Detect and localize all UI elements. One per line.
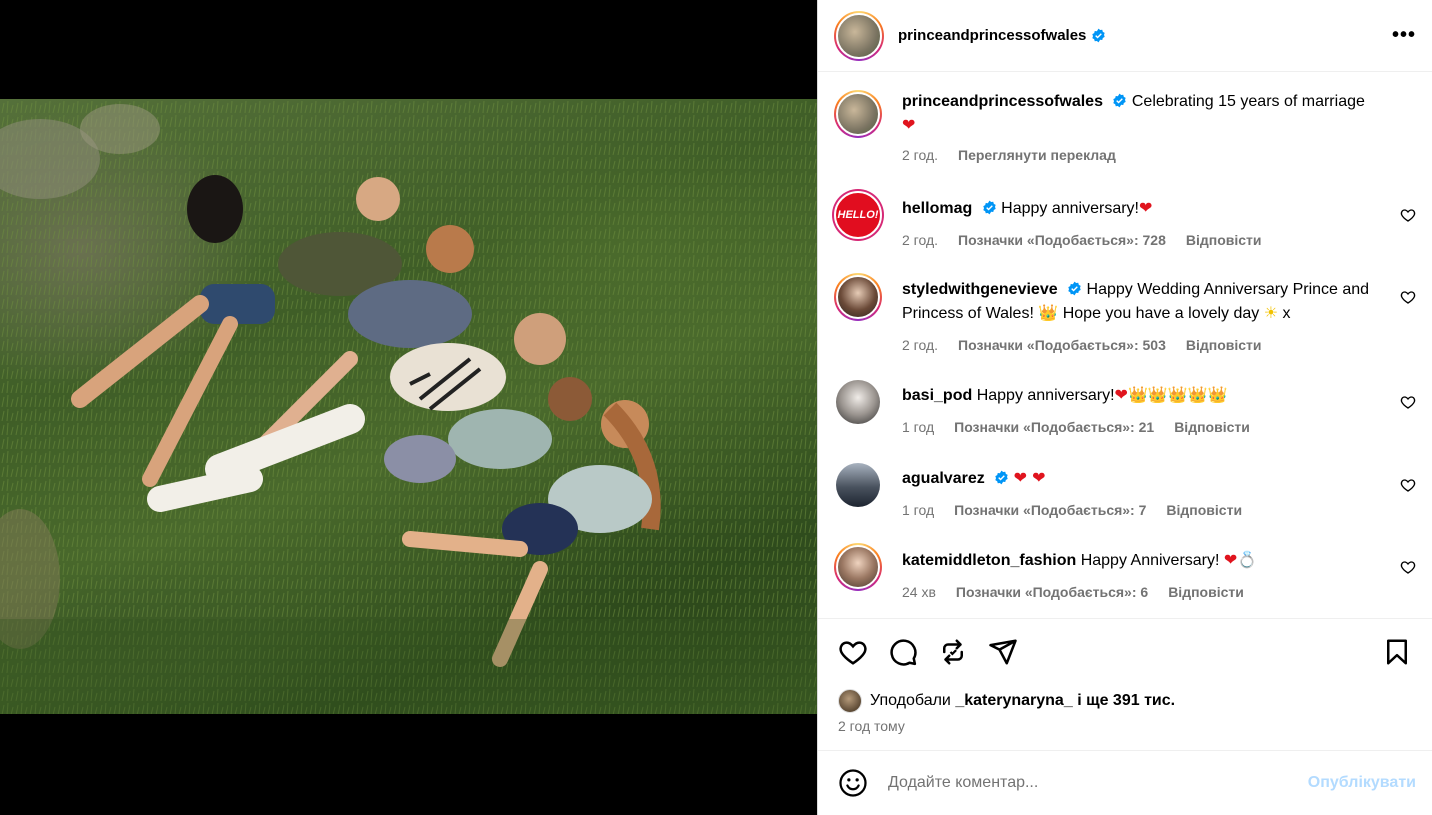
comment-likes[interactable]: Позначки «Подобається»: 21 [954,419,1154,435]
verified-badge-icon [983,200,996,215]
reply-button[interactable]: Відповісти [1174,419,1250,435]
comment-meta: 24 хв Позначки «Подобається»: 6 Відповіс… [902,584,1372,600]
post-actions: Уподобали _katerynaryna_ і ще 391 тис. 2… [818,618,1432,750]
photo-illustration [0,99,817,714]
media-pane [0,0,817,815]
comment-text: basi_pod Happy anniversary!❤👑👑👑👑👑 [902,378,1372,407]
comment-meta: 2 год. Позначки «Подобається»: 503 Відпо… [902,337,1372,353]
reply-button[interactable]: Відповісти [1168,584,1244,600]
crown-emoji: 👑 [1038,303,1059,322]
comment-meta: 1 год Позначки «Подобається»: 7 Відповіс… [902,502,1372,518]
comment-body: Happy anniversary! [976,387,1115,404]
like-comment-heart-icon[interactable] [1400,477,1416,493]
emoji-smiley-icon[interactable] [838,768,868,798]
heart-ring-emojis: ❤💍 [1223,550,1258,569]
comment-username[interactable]: katemiddleton_fashion [902,552,1076,569]
action-icons-row [838,637,1412,667]
comment-bubble-icon[interactable] [888,637,918,667]
caption-username[interactable]: princeandprincessofwales [902,93,1103,110]
comment-item: agualvarez ❤ ❤ 1 год Позначки «Подобаєть… [834,461,1432,518]
comment-time[interactable]: 1 год [902,502,934,518]
like-heart-icon[interactable] [838,637,868,667]
author-avatar[interactable] [834,10,884,61]
comment-meta: 2 год. Позначки «Подобається»: 728 Відпо… [902,232,1372,248]
comment-text: styledwithgenevieve Happy Wedding Annive… [902,273,1372,325]
like-comment-heart-icon[interactable] [1400,207,1416,223]
caption-meta: 2 год. Переглянути переклад [902,147,1372,163]
caption-time[interactable]: 2 год. [902,147,938,163]
post-comment-button[interactable]: Опублікувати [1308,774,1416,792]
likes-summary: Уподобали _katerynaryna_ і ще 391 тис. [838,689,1175,713]
comment-likes[interactable]: Позначки «Подобається»: 6 [956,584,1148,600]
reply-button[interactable]: Відповісти [1186,337,1262,353]
like-comment-heart-icon[interactable] [1400,394,1416,410]
comment-avatar[interactable] [836,463,880,507]
post-sidebar: princeandprincessofwales ••• princeandpr… [817,0,1432,815]
reply-button[interactable]: Відповісти [1166,502,1242,518]
caption-text: princeandprincessofwales Celebrating 15 … [902,90,1372,137]
comment-avatar[interactable] [834,273,882,321]
heart-emojis: ❤ ❤ [1013,468,1046,487]
comments-list: princeandprincessofwales Celebrating 15 … [818,73,1432,618]
comment-avatar[interactable] [834,543,882,591]
comment-text: agualvarez ❤ ❤ [902,461,1372,490]
comment-username[interactable]: hellomag [902,200,972,217]
share-send-icon[interactable] [988,637,1018,667]
comment-likes[interactable]: Позначки «Подобається»: 728 [958,232,1166,248]
comment-item: HELLO! hellomag Happy anniversary!❤ 2 го… [834,191,1432,248]
more-options-icon[interactable]: ••• [1392,24,1416,47]
likes-count[interactable]: і ще 391 тис. [1077,692,1175,710]
sun-emoji: ☀ [1263,303,1279,322]
like-comment-heart-icon[interactable] [1400,289,1416,305]
comment-avatar[interactable]: HELLO! [834,191,882,239]
caption-body: Celebrating 15 years of marriage [1131,93,1365,110]
repost-icon[interactable] [938,637,968,667]
bookmark-save-icon[interactable] [1382,637,1412,667]
comment-avatar[interactable] [836,380,880,424]
comment-likes[interactable]: Позначки «Подобається»: 7 [954,502,1146,518]
heart-emoji: ❤ [1138,198,1153,217]
like-comment-heart-icon[interactable] [1400,559,1416,575]
reply-button[interactable]: Відповісти [1186,232,1262,248]
comment-item: katemiddleton_fashion Happy Anniversary!… [834,543,1432,600]
comment-body-2: Hope you have a lovely day [1062,305,1260,322]
comment-text: katemiddleton_fashion Happy Anniversary!… [902,543,1372,572]
caption-author-avatar[interactable] [834,90,882,138]
comment-body-3: x [1282,305,1291,322]
comment-likes[interactable]: Позначки «Подобається»: 503 [958,337,1166,353]
verified-badge-icon [1068,281,1081,296]
comment-body: Happy Anniversary! [1080,552,1220,569]
post-time-ago[interactable]: 2 год тому [838,718,905,734]
instagram-post-modal: princeandprincessofwales ••• princeandpr… [0,0,1432,815]
verified-badge-icon [995,470,1008,485]
comment-time[interactable]: 24 хв [902,584,936,600]
comment-body: Happy anniversary! [1001,200,1139,217]
caption-block: princeandprincessofwales Celebrating 15 … [834,90,1432,163]
avatar-logo-text: HELLO! [837,209,879,221]
liker-username[interactable]: _katerynaryna_ [955,692,1072,710]
verified-badge-icon [1113,93,1127,108]
author-name-text[interactable]: princeandprincessofwales [898,27,1086,44]
comment-composer: Опублікувати [818,750,1432,815]
post-photo[interactable] [0,99,817,714]
comment-text: hellomag Happy anniversary!❤ [902,191,1372,220]
translate-link[interactable]: Переглянути переклад [958,147,1116,163]
liker-avatar[interactable] [838,689,862,713]
comment-username[interactable]: agualvarez [902,470,985,487]
comment-username[interactable]: basi_pod [902,387,972,404]
author-username[interactable]: princeandprincessofwales [898,27,1106,44]
comment-username[interactable]: styledwithgenevieve [902,281,1058,298]
comment-time[interactable]: 1 год [902,419,934,435]
heart-emoji: ❤ [902,115,916,134]
comment-item: styledwithgenevieve Happy Wedding Annive… [834,273,1432,353]
heart-crown-emojis: ❤👑👑👑👑👑 [1114,385,1228,404]
verified-badge-icon [1092,28,1106,43]
post-header: princeandprincessofwales ••• [818,0,1432,72]
likes-prefix: Уподобали [870,692,951,709]
comment-input[interactable] [888,774,1308,792]
comment-meta: 1 год Позначки «Подобається»: 21 Відпові… [902,419,1372,435]
comment-time[interactable]: 2 год. [902,232,938,248]
comment-time[interactable]: 2 год. [902,337,938,353]
comment-item: basi_pod Happy anniversary!❤👑👑👑👑👑 1 год … [834,378,1432,435]
